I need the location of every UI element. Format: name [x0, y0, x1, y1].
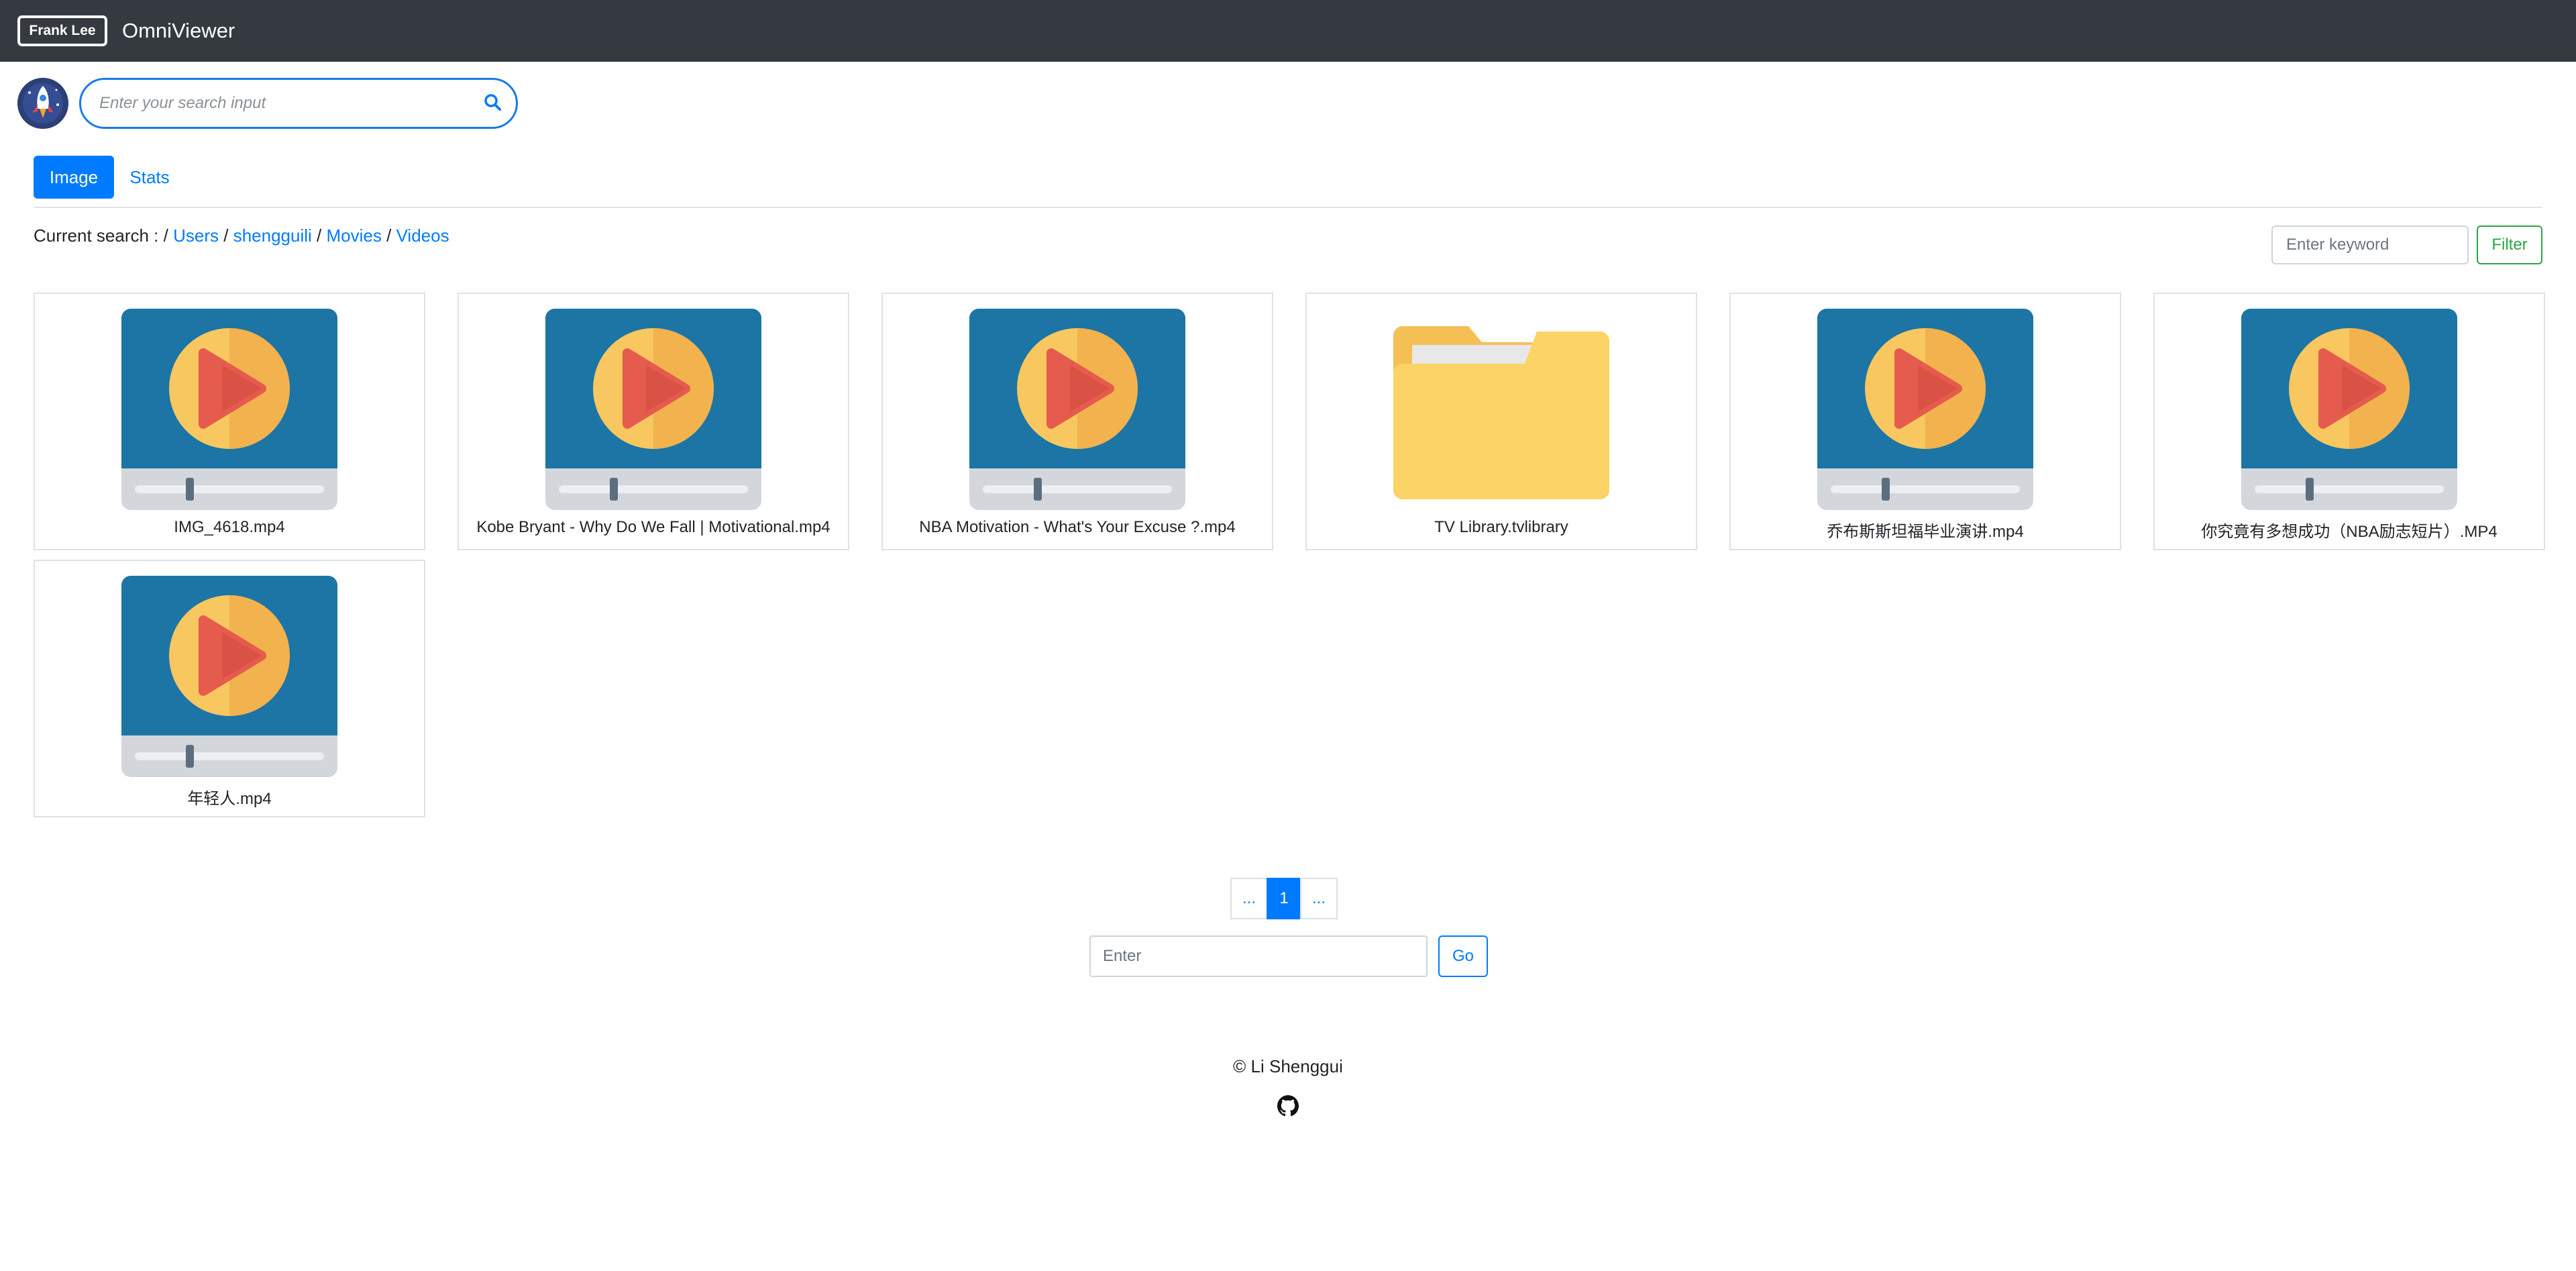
breadcrumb-separator: /: [223, 225, 229, 246]
page-current[interactable]: 1: [1267, 878, 1301, 919]
navbar: Frank Lee OmniViewer: [0, 0, 2576, 62]
brand-badge[interactable]: Frank Lee: [17, 15, 107, 46]
search-icon[interactable]: [484, 93, 501, 114]
file-name: 年轻人.mp4: [187, 790, 272, 808]
file-card[interactable]: 乔布斯斯坦福毕业演讲.mp4: [1729, 293, 2121, 550]
page-next[interactable]: ...: [1300, 878, 1338, 919]
search-row: [17, 78, 518, 129]
file-name: TV Library.tvlibrary: [1434, 518, 1568, 536]
filter-bar: Filter: [2271, 225, 2542, 264]
breadcrumb-separator: /: [317, 225, 322, 246]
footer-copyright: © Li Shenggui: [1233, 1056, 1343, 1076]
file-name: Kobe Bryant - Why Do We Fall | Motivatio…: [476, 518, 830, 536]
file-card[interactable]: TV Library.tvlibrary: [1305, 293, 1697, 550]
breadcrumb-movies[interactable]: Movies: [327, 225, 382, 246]
breadcrumb-videos[interactable]: Videos: [396, 225, 449, 246]
file-name: 你究竟有多想成功（NBA励志短片）.MP4: [2201, 523, 2498, 541]
video-icon: [121, 576, 337, 777]
pagination: ... 1 ...: [1230, 878, 1338, 919]
breadcrumb: Current search : / Users / shengguili / …: [34, 225, 449, 246]
filter-button[interactable]: Filter: [2477, 225, 2542, 264]
tab-image[interactable]: Image: [34, 156, 114, 199]
page-prev[interactable]: ...: [1230, 878, 1268, 919]
file-card[interactable]: 年轻人.mp4: [34, 560, 425, 817]
file-card[interactable]: IMG_4618.mp4: [34, 293, 425, 550]
keyword-filter-input[interactable]: [2271, 225, 2469, 264]
file-card[interactable]: 你究竟有多想成功（NBA励志短片）.MP4: [2153, 293, 2545, 550]
breadcrumb-prefix: Current search : /: [34, 225, 168, 246]
file-name: NBA Motivation - What's Your Excuse ?.mp…: [919, 518, 1236, 536]
github-icon[interactable]: [1277, 1095, 1299, 1117]
video-icon: [121, 309, 337, 510]
video-icon: [969, 309, 1185, 510]
file-card[interactable]: NBA Motivation - What's Your Excuse ?.mp…: [881, 293, 1273, 550]
tab-stats[interactable]: Stats: [114, 156, 185, 199]
view-tabs: Image Stats: [34, 156, 2542, 208]
goto-page-input[interactable]: [1089, 935, 1428, 977]
breadcrumb-shengguili[interactable]: shengguili: [233, 225, 312, 246]
folder-icon: [1393, 309, 1609, 510]
goto-page: Go: [1089, 935, 1488, 977]
breadcrumb-users[interactable]: Users: [173, 225, 219, 246]
video-icon: [545, 309, 761, 510]
breadcrumb-separator: /: [386, 225, 392, 246]
file-name: 乔布斯斯坦福毕业演讲.mp4: [1827, 523, 2024, 541]
video-icon: [2241, 309, 2457, 510]
rocket-logo-icon[interactable]: [17, 78, 68, 129]
file-card[interactable]: Kobe Bryant - Why Do We Fall | Motivatio…: [458, 293, 849, 550]
file-name: IMG_4618.mp4: [174, 518, 285, 536]
video-icon: [1817, 309, 2033, 510]
search-box: [79, 78, 518, 129]
go-button[interactable]: Go: [1438, 935, 1488, 977]
search-input[interactable]: [98, 93, 484, 113]
app-title[interactable]: OmniViewer: [122, 19, 235, 43]
